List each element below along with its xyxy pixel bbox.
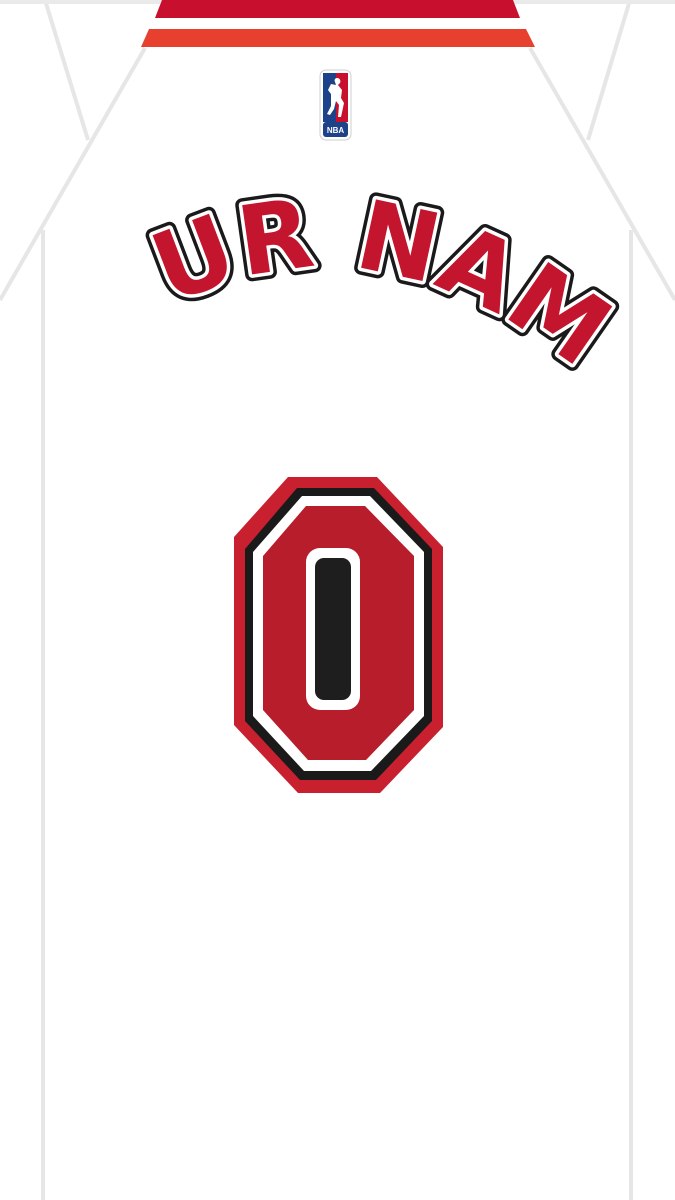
jersey-wallpaper: NBA YOUR NAME YOUR NAME YOUR NAME — [0, 0, 675, 1200]
nba-logo-text: NBA — [327, 126, 345, 135]
number-counter-black — [315, 558, 351, 700]
collar — [141, 0, 535, 47]
collar-white-gap — [149, 18, 526, 29]
jersey-graphic: NBA YOUR NAME YOUR NAME YOUR NAME — [0, 0, 675, 1200]
nba-logo: NBA — [319, 69, 352, 141]
collar-orange-band — [141, 29, 535, 47]
player-number — [234, 477, 443, 793]
collar-red-band — [155, 0, 520, 18]
